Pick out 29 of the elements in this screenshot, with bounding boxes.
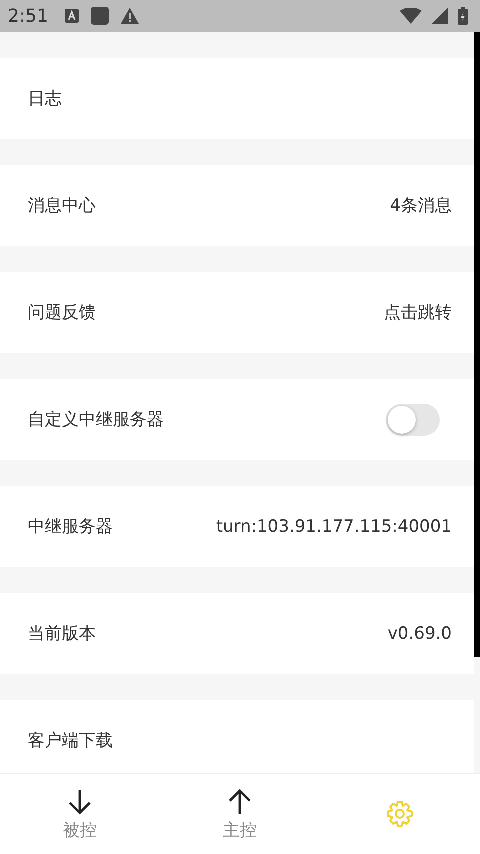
setting-label: 自定义中继服务器 (28, 409, 164, 431)
setting-label: 问题反馈 (28, 302, 96, 324)
toggle-switch[interactable] (386, 404, 440, 436)
settings-icon (385, 799, 415, 829)
setting-label: 日志 (28, 88, 62, 110)
settings-row[interactable]: 消息中心 4条消息 (0, 165, 474, 246)
setting-value: 4条消息 (390, 195, 452, 217)
battery-icon (458, 7, 468, 25)
setting-value: 点击跳转 (384, 302, 452, 324)
settings-row[interactable]: 日志 (0, 58, 474, 139)
setting-value: turn:103.91.177.115:40001 (216, 516, 452, 536)
settings-row[interactable]: 问题反馈 点击跳转 (0, 272, 474, 353)
nav-tab[interactable]: 主控 (190, 786, 290, 842)
settings-row[interactable]: 中继服务器 turn:103.91.177.115:40001 (0, 486, 474, 567)
setting-value: v0.69.0 (388, 624, 452, 644)
setting-label: 客户端下载 (28, 730, 113, 752)
notification-icon (64, 8, 80, 24)
settings-row[interactable]: 客户端下载 (0, 700, 474, 773)
settings-row[interactable]: 自定义中继服务器 (0, 379, 474, 460)
warning-icon (120, 7, 140, 25)
setting-label: 中继服务器 (28, 516, 113, 538)
setting-label: 当前版本 (28, 623, 96, 645)
wifi-icon (400, 8, 422, 24)
signal-icon (432, 8, 448, 24)
settings-row[interactable]: 当前版本 v0.69.0 (0, 593, 474, 674)
setting-label: 消息中心 (28, 195, 96, 217)
status-time: 2:51 (8, 6, 48, 26)
nav-tab[interactable]: 被控 (30, 786, 130, 842)
square-icon (90, 6, 110, 26)
